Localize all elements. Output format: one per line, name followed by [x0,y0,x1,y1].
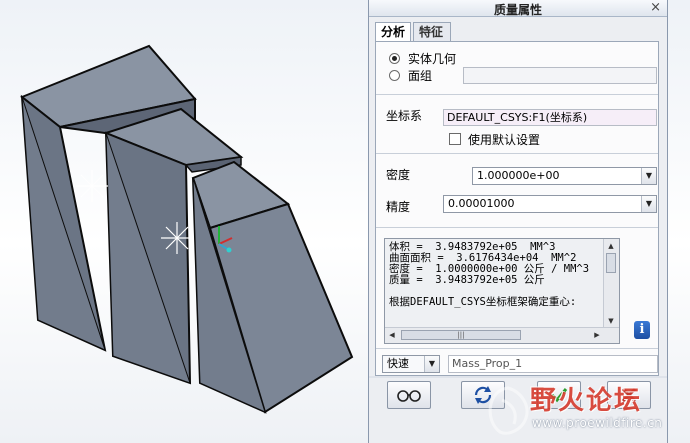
density-label: 密度 [386,168,411,182]
separator [376,348,658,349]
info-icon[interactable]: i [634,321,650,339]
chevron-down-icon[interactable]: ▼ [424,356,439,372]
block-back-diag [21,96,106,351]
tab-analysis[interactable]: 分析 [375,22,411,43]
scroll-down-icon[interactable]: ▼ [605,315,617,327]
watermark-url: www.proewildfire.cn [532,416,663,430]
density-combo[interactable]: 1.000000e+00 ▼ [472,167,657,185]
dialog-titlebar[interactable]: 质量属性 × [369,0,667,17]
radio-quilt[interactable] [389,70,400,81]
results-horizontal-scrollbar[interactable]: ◀ ||| ▶ [385,327,619,343]
preview-button[interactable] [387,381,431,409]
feature-name-field[interactable]: Mass_Prop_1 [448,355,658,373]
radio-solid-geometry-label: 实体几何 [408,52,457,66]
use-default-checkbox[interactable] [449,133,461,145]
quilt-field[interactable] [463,67,657,84]
csys-field[interactable]: DEFAULT_CSYS:F1(坐标系) [443,109,657,126]
scroll-left-icon[interactable]: ◀ [386,329,398,341]
density-value: 1.000000e+00 [477,169,560,182]
chevron-down-icon[interactable]: ▼ [641,196,656,212]
scroll-thumb[interactable] [606,253,616,273]
watermark-logo-icon [488,386,529,435]
csys-label: 坐标系 [386,109,423,123]
precision-combo[interactable]: 0.00001000 ▼ [443,195,657,213]
tab-feature[interactable]: 特征 [413,22,451,41]
radio-quilt-label: 面组 [408,69,433,83]
solid-model [20,44,354,414]
scroll-thumb[interactable]: ||| [401,330,521,340]
graphics-viewport[interactable] [0,0,370,443]
mode-combo[interactable]: 快速 ▼ [382,355,440,373]
precision-value: 0.00001000 [448,197,515,210]
mass-properties-dialog: 质量属性 × 分析 特征 实体几何 面组 坐标系 DEFAULT_CSYS:F1… [368,0,668,443]
precision-label: 精度 [386,200,411,214]
scroll-right-icon[interactable]: ▶ [591,329,603,341]
results-text: 体积 = 3.9483792e+05 MM^3 曲面面积 = 3.6176434… [389,241,590,308]
results-vertical-scrollbar[interactable]: ▲ ▼ [603,239,619,328]
separator [376,94,658,95]
chevron-down-icon[interactable]: ▼ [641,168,656,184]
close-icon[interactable]: × [650,0,661,15]
glasses-icon [397,390,421,402]
use-default-label: 使用默认设置 [468,133,541,147]
centroid-marker-1 [76,170,108,202]
separator [376,153,658,154]
dialog-title: 质量属性 [493,3,542,17]
watermark-title: 野火论坛 [530,386,643,416]
scroll-up-icon[interactable]: ▲ [605,240,617,252]
mode-value: 快速 [387,357,409,370]
radio-solid-geometry[interactable] [389,53,400,64]
analysis-panel: 实体几何 面组 坐标系 DEFAULT_CSYS:F1(坐标系) 使用默认设置 … [375,41,659,376]
forum-watermark: 野火论坛 www.proewildfire.cn [478,378,690,443]
separator [376,227,658,228]
results-area[interactable]: 体积 = 3.9483792e+05 MM^3 曲面面积 = 3.6176434… [384,238,620,344]
